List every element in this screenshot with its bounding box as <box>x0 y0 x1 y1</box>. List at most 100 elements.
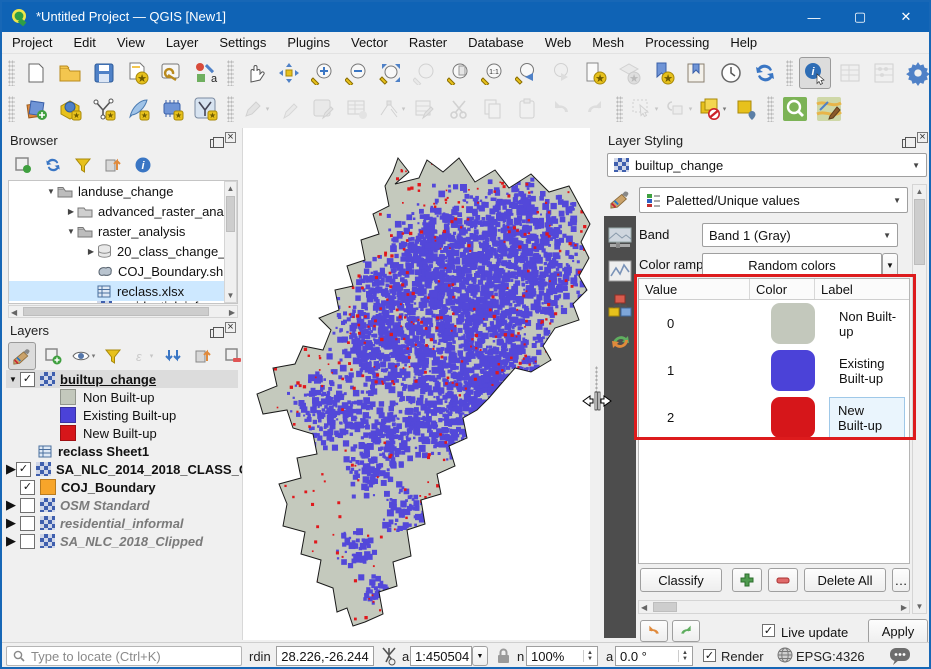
zoom-out-icon[interactable] <box>342 58 372 88</box>
search-plugin-icon[interactable] <box>780 94 810 124</box>
layer-checkbox[interactable]: ✓ <box>20 480 35 495</box>
paste-features-icon[interactable] <box>512 94 542 124</box>
zoom-last-icon[interactable] <box>512 58 542 88</box>
tab-history[interactable] <box>609 330 631 355</box>
legend-item[interactable]: New Built-up <box>6 424 238 442</box>
layer-item-sa-nlc-clipped[interactable]: ▶ SA_NLC_2018_Clipped <box>6 532 238 550</box>
layers-close-icon[interactable]: × <box>225 322 236 333</box>
menu-settings[interactable]: Settings <box>219 35 266 50</box>
layer-checkbox[interactable] <box>20 498 35 513</box>
add-selected-layers-icon[interactable] <box>10 152 36 178</box>
undo-icon[interactable] <box>546 94 576 124</box>
style-redo-button[interactable] <box>672 620 700 642</box>
menu-raster[interactable]: Raster <box>409 35 447 50</box>
collapse-all-icon[interactable] <box>100 152 126 178</box>
layer-item-builtup-change[interactable]: ▼ ✓ builtup_change <box>6 370 238 388</box>
class-row-2[interactable]: 2 New Built-up <box>639 394 909 441</box>
filter-by-expression-icon[interactable]: ε▾ <box>130 343 156 369</box>
layer-item-reclass-sheet1[interactable]: reclass Sheet1 <box>6 442 238 460</box>
browser-item-raster-analysis[interactable]: ▼ raster_analysis <box>9 221 237 241</box>
toolbar-grip[interactable] <box>227 96 234 122</box>
statistical-summary-icon[interactable] <box>869 58 899 88</box>
browser-close-icon[interactable]: × <box>225 132 236 143</box>
zoom-in-icon[interactable] <box>308 58 338 88</box>
new-geopackage-layer-icon[interactable]: ★ <box>55 94 85 124</box>
new-auxiliary-table-icon[interactable] <box>342 94 372 124</box>
menu-vector[interactable]: Vector <box>351 35 388 50</box>
locator-search-input[interactable]: Type to locate (Ctrl+K) <box>6 646 242 666</box>
layer-item-sa-nlc-class[interactable]: ▶ ✓ SA_NLC_2014_2018_CLASS_CH <box>6 460 238 478</box>
filter-legend-icon[interactable] <box>100 343 126 369</box>
add-group-icon[interactable] <box>40 343 66 369</box>
delete-all-button[interactable]: Delete All <box>804 568 886 592</box>
expand-all-icon[interactable] <box>160 343 186 369</box>
map-canvas[interactable] <box>242 128 590 640</box>
scale-box[interactable]: 1:450504 <box>410 646 472 666</box>
messages-bubble-icon[interactable] <box>889 647 911 665</box>
filter-browser-icon[interactable] <box>70 152 96 178</box>
toolbar-grip[interactable] <box>767 96 774 122</box>
zoom-to-layer-icon[interactable] <box>444 58 474 88</box>
processing-toolbox-icon[interactable] <box>903 58 931 88</box>
refresh-icon[interactable] <box>750 58 780 88</box>
band-combo[interactable]: Band 1 (Gray)▼ <box>702 223 898 247</box>
zoom-to-selection-icon[interactable] <box>410 58 440 88</box>
show-layout-manager-icon[interactable] <box>157 58 187 88</box>
quickosm-plugin-icon[interactable] <box>814 94 844 124</box>
close-button[interactable]: ✕ <box>883 2 929 32</box>
menu-plugins[interactable]: Plugins <box>287 35 330 50</box>
toolbar-grip[interactable] <box>227 60 234 86</box>
browser-item-advanced-raster[interactable]: ▶ advanced_raster_analy <box>9 201 237 221</box>
legend-item[interactable]: Existing Built-up <box>6 406 238 424</box>
selected-label-cell[interactable]: New Built-up <box>829 397 905 439</box>
layer-item-osm-standard[interactable]: ▶ OSM Standard <box>6 496 238 514</box>
color-ramp-combo[interactable]: Random colors <box>702 253 882 277</box>
open-attribute-table-icon[interactable] <box>835 58 865 88</box>
tab-attributes[interactable] <box>608 294 632 321</box>
new-temporary-scratch-layer-icon[interactable]: ★ <box>123 94 153 124</box>
redo-icon[interactable] <box>580 94 610 124</box>
panel-splitter[interactable] <box>591 128 602 640</box>
class-row-0[interactable]: 0 Non Built-up <box>639 300 909 347</box>
new-project-icon[interactable] <box>21 58 51 88</box>
class-color-swatch[interactable] <box>771 350 815 391</box>
styling-float-icon[interactable] <box>902 139 911 148</box>
new-map-view-icon[interactable]: ★ <box>580 58 610 88</box>
zoom-next-icon[interactable] <box>546 58 576 88</box>
toggle-editing-icon[interactable]: ▾ <box>240 94 270 124</box>
more-options-button[interactable]: … <box>892 568 910 592</box>
new-3d-map-view-icon[interactable]: ★ <box>614 58 644 88</box>
browser-item-landuse-change[interactable]: ▼ landuse_change <box>9 181 237 201</box>
save-project-icon[interactable] <box>89 58 119 88</box>
menu-edit[interactable]: Edit <box>73 35 95 50</box>
toolbar-grip[interactable] <box>616 96 623 122</box>
crs-globe-icon[interactable] <box>777 647 793 663</box>
menu-mesh[interactable]: Mesh <box>592 35 624 50</box>
digitize-icon[interactable] <box>274 94 304 124</box>
new-virtual-layer-icon[interactable]: ★ <box>191 94 221 124</box>
browser-horizontal-scrollbar[interactable]: ◀ ▶ <box>8 305 238 318</box>
layer-checkbox[interactable] <box>20 534 35 549</box>
title-bar[interactable]: *Untitled Project — QGIS [New1] — ▢ ✕ <box>2 2 929 32</box>
layer-item-coj-boundary[interactable]: ✓ COJ_Boundary <box>6 478 238 496</box>
class-color-swatch[interactable] <box>771 397 815 438</box>
new-print-layout-icon[interactable]: ★ <box>123 58 153 88</box>
save-layer-edits-icon[interactable] <box>308 94 338 124</box>
add-class-button[interactable] <box>732 568 762 592</box>
style-undo-button[interactable] <box>640 620 668 642</box>
zoom-full-icon[interactable] <box>376 58 406 88</box>
browser-item-20-class-change[interactable]: ▶ 20_class_change_r <box>9 241 237 261</box>
select-features-icon[interactable]: ▾ <box>629 94 659 124</box>
layer-checkbox[interactable] <box>20 516 35 531</box>
properties-widget-icon[interactable]: i <box>130 152 156 178</box>
tab-symbology[interactable] <box>604 182 636 216</box>
menu-help[interactable]: Help <box>730 35 757 50</box>
styling-layer-selector[interactable]: builtup_change ▼ <box>607 153 927 177</box>
toolbar-grip[interactable] <box>786 60 793 86</box>
color-ramp-dropdown[interactable]: ▼ <box>882 253 898 277</box>
class-row-1[interactable]: 1 Existing Built-up <box>639 347 909 394</box>
styling-vertical-scrollbar[interactable]: ▲ ▼ <box>912 184 927 614</box>
new-shapefile-layer-icon[interactable]: ★ <box>89 94 119 124</box>
browser-float-icon[interactable] <box>210 139 219 148</box>
class-color-swatch[interactable] <box>771 303 815 344</box>
